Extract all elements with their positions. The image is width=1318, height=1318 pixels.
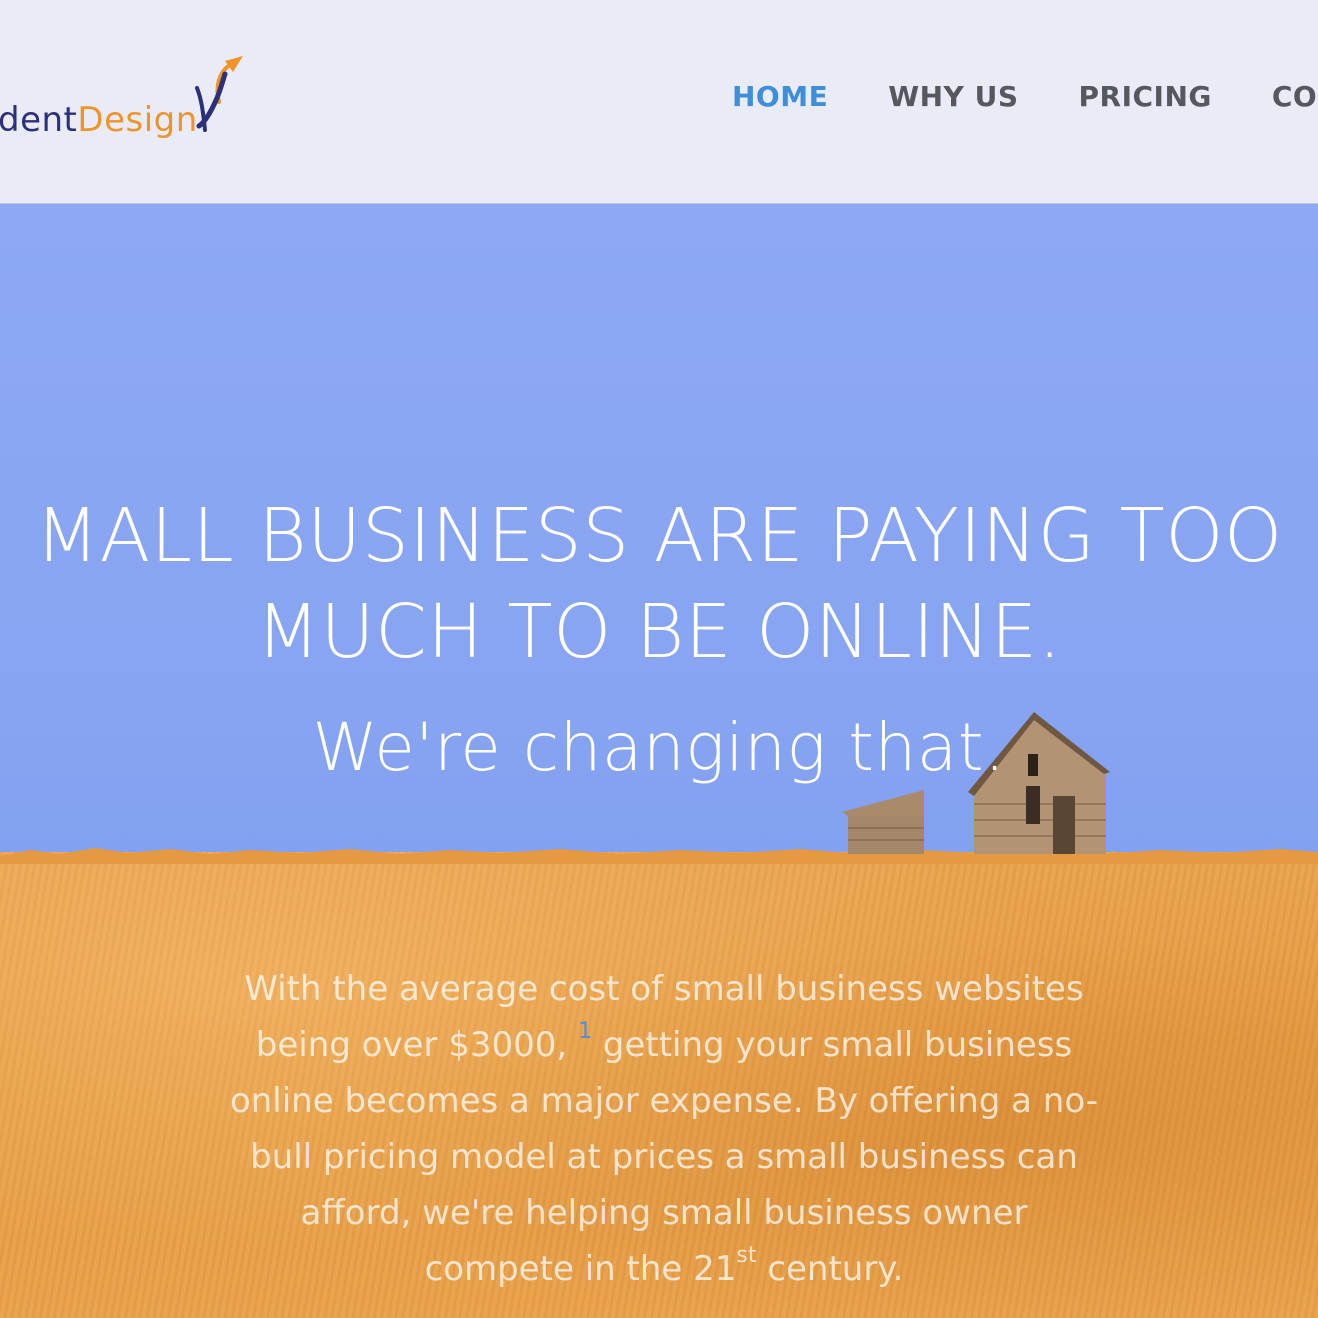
field-horizon-edge [0,848,1318,864]
logo-swoosh-icon [195,56,243,132]
nav-item-pricing[interactable]: PRICING [1078,80,1211,113]
logo-wordmark-part1: dent [0,100,78,140]
hero-section: MALL BUSINESS ARE PAYING TOO MUCH TO BE … [0,204,1318,1318]
hero-headline: MALL BUSINESS ARE PAYING TOO MUCH TO BE … [0,488,1318,680]
hero-headline-line2: MUCH TO BE ONLINE. [256,589,1062,675]
ordinal-suffix: st [736,1243,757,1268]
hero-subheadline: We're changing that. [312,709,1006,786]
nav-item-contact[interactable]: CONT [1272,80,1318,113]
nav-item-why-us[interactable]: WHY US [888,80,1018,113]
site-header: dentDesign HOME WHY US PRICING CONT [0,0,1318,204]
site-logo[interactable]: dentDesign [0,52,250,148]
logo-wordmark: dentDesign [0,100,198,140]
hero-headline-line1: MALL BUSINESS ARE PAYING TOO [35,493,1283,579]
main-nav: HOME WHY US PRICING CONT [732,80,1318,113]
footnote-link[interactable]: 1 [578,1019,592,1044]
nav-item-home[interactable]: HOME [732,80,828,113]
hero-body-part3: century. [767,1249,904,1289]
hero-body-text: With the average cost of small business … [228,961,1100,1297]
